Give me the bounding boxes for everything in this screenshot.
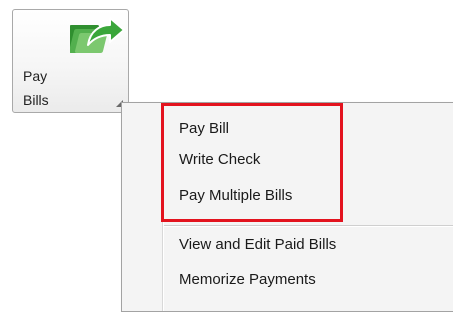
menu-item-memorize-payments[interactable]: Memorize Payments	[179, 271, 316, 289]
pay-bills-button[interactable]: Pay Bills	[12, 9, 129, 113]
menu-item-write-check[interactable]: Write Check	[179, 151, 260, 169]
pay-bills-dropdown-menu: Pay Bill Write Check Pay Multiple Bills …	[121, 102, 453, 312]
menu-icon-gutter	[162, 103, 164, 311]
button-label-line1: Pay	[23, 68, 48, 84]
menu-item-pay-multiple-bills[interactable]: Pay Multiple Bills	[179, 187, 292, 205]
menu-item-view-edit-paid-bills[interactable]: View and Edit Paid Bills	[179, 236, 336, 254]
button-label-line2: Bills	[23, 92, 49, 108]
menu-item-pay-bill[interactable]: Pay Bill	[179, 120, 229, 138]
menu-separator	[164, 225, 453, 227]
money-arrow-icon	[70, 17, 125, 53]
